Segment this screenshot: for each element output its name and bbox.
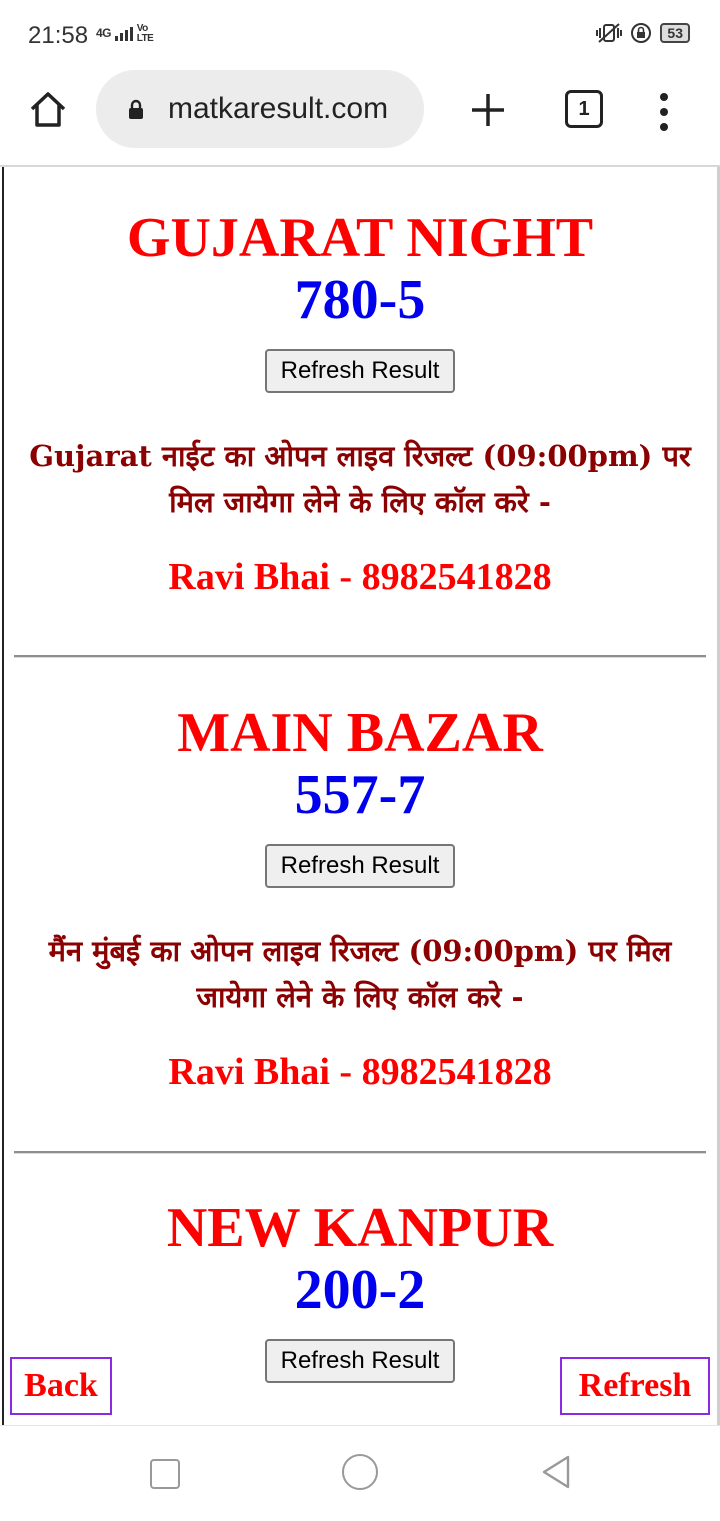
battery-icon: 53 [660, 23, 690, 43]
market-name: NEW KANPUR [166, 1197, 554, 1259]
network-indicator: 4G Vo LTE [96, 24, 159, 44]
market-card: GUJARAT NIGHT 780-5 Refresh Result Gujar… [14, 207, 706, 599]
divider [14, 1151, 706, 1154]
market-name: GUJARAT NIGHT [126, 207, 594, 269]
new-tab-icon[interactable] [466, 88, 510, 132]
home-icon[interactable] [26, 88, 70, 132]
url-text: matkaresult.com [168, 92, 389, 125]
refresh-result-button[interactable]: Refresh Result [264, 349, 456, 393]
market-result: 557-7 [294, 764, 426, 826]
lock-icon [129, 99, 143, 119]
market-card: MAIN BAZAR 557-7 Refresh Result मैंन मुं… [14, 702, 706, 1094]
status-icons: 53 [596, 22, 690, 44]
status-time: 21:58 [28, 22, 89, 49]
address-bar[interactable]: matkaresult.com [96, 70, 424, 148]
volte-badge: Vo LTE [136, 23, 154, 44]
refresh-result-button[interactable]: Refresh Result [264, 1339, 456, 1383]
back-nav-icon[interactable] [540, 1454, 572, 1490]
vibrate-icon [596, 23, 623, 43]
system-nav-bar [0, 1425, 720, 1521]
market-result: 780-5 [294, 269, 426, 331]
refresh-result-button[interactable]: Refresh Result [264, 844, 456, 888]
contact-text[interactable]: Ravi Bhai - 8982541828 [14, 1050, 706, 1094]
home-nav-icon[interactable] [342, 1454, 378, 1490]
market-info-text: Gujarat नाईट का ओपन लाइव रिजल्ट (09:00pm… [29, 439, 691, 519]
recents-icon[interactable] [150, 1459, 180, 1489]
market-result: 200-2 [294, 1259, 426, 1321]
market-card: NEW KANPUR 200-2 Refresh Result [14, 1197, 706, 1383]
more-menu-icon[interactable] [650, 90, 678, 134]
network-type: 4G [96, 26, 112, 41]
rotation-lock-icon [631, 23, 652, 43]
browser-toolbar: matkaresult.com 1 [0, 70, 720, 167]
back-button[interactable]: Back [10, 1357, 112, 1415]
refresh-button[interactable]: Refresh [560, 1357, 710, 1415]
signal-icon [114, 27, 133, 41]
page-border [2, 167, 4, 1425]
market-info-text: मैंन मुंबई का ओपन लाइव रिजल्ट (09:00pm) … [48, 934, 672, 1014]
market-name: MAIN BAZAR [177, 702, 543, 764]
divider [14, 655, 706, 658]
web-page: GUJARAT NIGHT 780-5 Refresh Result Gujar… [0, 167, 720, 1425]
status-bar: 21:58 4G Vo LTE 53 [0, 0, 720, 70]
tab-switcher-button[interactable]: 1 [565, 90, 603, 128]
contact-text[interactable]: Ravi Bhai - 8982541828 [14, 555, 706, 599]
